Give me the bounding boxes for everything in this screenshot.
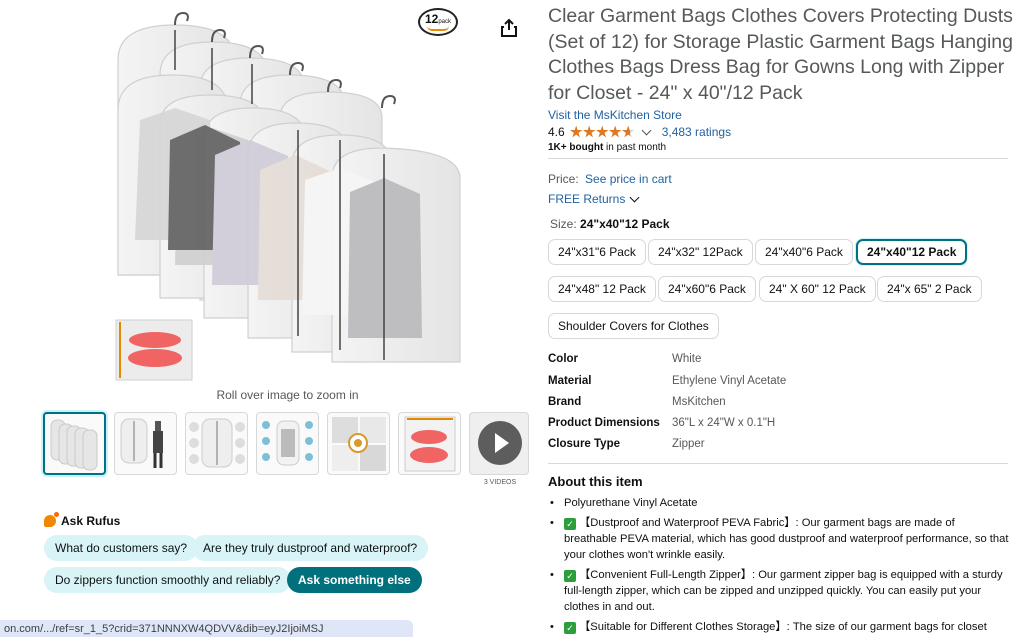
size-option[interactable]: 24" X 60" 12 Pack: [759, 276, 876, 302]
check-icon: ✓: [564, 622, 576, 634]
ratings-count-link[interactable]: 3,483 ratings: [662, 125, 731, 139]
star-icon: [595, 125, 609, 138]
rufus-chip-customers-say[interactable]: What do customers say?: [44, 535, 199, 561]
spec-value: Zipper: [672, 438, 705, 450]
spec-value: Ethylene Vinyl Acetate: [672, 375, 787, 387]
spec-row: Material Ethylene Vinyl Acetate: [548, 375, 848, 391]
bought-count: 1K+ bought: [548, 142, 604, 153]
star-rating-icon[interactable]: [569, 125, 635, 139]
star-icon: [569, 125, 583, 138]
check-icon: ✓: [564, 518, 576, 530]
play-icon: [478, 421, 522, 465]
feature-bullet-text: Polyurethane Vinyl Acetate: [564, 497, 698, 509]
spec-key: Color: [548, 353, 579, 365]
rating-row: 4.6 3,483 ratings: [548, 124, 731, 140]
size-option[interactable]: 24"x31"6 Pack: [548, 239, 646, 265]
zoom-hint: Roll over image to zoom in: [216, 388, 359, 402]
bought-period: in past month: [603, 142, 667, 153]
thumbnail-1[interactable]: [43, 412, 106, 475]
thumbnail-5[interactable]: [327, 412, 390, 475]
pack-badge-smile: [427, 26, 449, 31]
about-this-item-heading: About this item: [548, 474, 643, 489]
rufus-chip-dustproof[interactable]: Are they truly dustproof and waterproof?: [192, 535, 429, 561]
spec-value: White: [672, 353, 702, 365]
see-price-in-cart-link[interactable]: See price in cart: [585, 172, 672, 186]
pack-badge: 12pack: [418, 8, 458, 36]
thumbnail-4[interactable]: [256, 412, 319, 475]
store-link[interactable]: Visit the MsKitchen Store: [548, 108, 682, 122]
spec-row: Closure Type Zipper: [548, 438, 848, 454]
chevron-down-icon[interactable]: [641, 125, 652, 135]
spec-key: Closure Type: [548, 438, 620, 450]
spec-row: Product Dimensions 36"L x 24"W x 0.1"H: [548, 417, 848, 433]
size-selected-value: 24"x40"12 Pack: [580, 217, 670, 231]
share-icon[interactable]: [500, 18, 518, 38]
check-icon: ✓: [564, 570, 576, 582]
size-label: Size: 24"x40"12 Pack: [550, 217, 670, 231]
free-returns-label: FREE Returns: [548, 192, 626, 206]
size-option[interactable]: 24"x60"6 Pack: [658, 276, 756, 302]
size-option[interactable]: 24"x48" 12 Pack: [548, 276, 656, 302]
ask-rufus-heading: Ask Rufus: [44, 512, 121, 528]
rufus-icon: [44, 512, 59, 527]
divider: [548, 158, 1008, 159]
videos-count-label: 3 VIDEOS: [483, 479, 517, 486]
star-icon: [608, 125, 622, 138]
rufus-chip-zippers[interactable]: Do zippers function smoothly and reliabl…: [44, 567, 292, 593]
thumbnail-strip: [43, 412, 529, 475]
star-icon: [582, 125, 596, 138]
spec-key: Product Dimensions: [548, 417, 660, 429]
spec-key: Brand: [548, 396, 582, 408]
spec-value: 36"L x 24"W x 0.1"H: [672, 417, 776, 429]
half-star-icon: [621, 125, 635, 138]
spec-key: Material: [548, 375, 592, 387]
divider: [548, 463, 1008, 464]
thumbnail-2[interactable]: [114, 412, 177, 475]
thumbnail-3[interactable]: [185, 412, 248, 475]
video-thumbnail[interactable]: [469, 412, 529, 475]
free-returns-link[interactable]: FREE Returns: [548, 192, 640, 206]
size-option[interactable]: 24"x40"6 Pack: [755, 239, 853, 265]
thumbnail-6[interactable]: [398, 412, 461, 475]
rating-value: 4.6: [548, 125, 565, 139]
feature-bullet-text: 【Convenient Full-Length Zipper】: Our gar…: [564, 569, 1003, 613]
feature-bullet-text: 【Dustproof and Waterproof PEVA Fabric】: …: [564, 517, 1009, 561]
product-main-image[interactable]: [100, 0, 470, 384]
feature-bullet-text: 【Suitable for Different Clothes Storage】…: [579, 621, 987, 633]
feature-bullet: ✓ 【Dustproof and Waterproof PEVA Fabric】…: [548, 515, 1010, 563]
size-option-selected[interactable]: 24"x40"12 Pack: [856, 239, 968, 265]
media-gallery: 12pack Roll over image to zoom in 3 VIDE…: [0, 0, 540, 637]
bought-in-past-month: 1K+ bought in past month: [548, 142, 666, 153]
spec-value: MsKitchen: [672, 396, 726, 408]
size-option[interactable]: Shoulder Covers for Clothes: [548, 313, 719, 339]
price-label: Price:: [548, 172, 579, 186]
status-url-bar: on.com/.../ref=sr_1_5?crid=371NNNXW4QDVV…: [0, 620, 413, 637]
size-option[interactable]: 24"x32" 12Pack: [648, 239, 753, 265]
ask-rufus-label: Ask Rufus: [61, 514, 121, 528]
size-label-text: Size:: [550, 217, 577, 231]
spec-row: Color White: [548, 353, 848, 369]
pack-badge-text: pack: [438, 19, 452, 25]
pack-badge-number: 12: [424, 12, 439, 26]
feature-bullet: ✓ 【Suitable for Different Clothes Storag…: [548, 619, 1010, 635]
feature-bullet: Polyurethane Vinyl Acetate: [548, 495, 1010, 511]
spec-row: Brand MsKitchen: [548, 396, 848, 412]
chevron-down-icon: [629, 192, 640, 202]
product-title: Clear Garment Bags Clothes Covers Protec…: [548, 5, 1013, 104]
feature-bullets: Polyurethane Vinyl Acetate ✓ 【Dustproof …: [548, 495, 1010, 637]
size-option[interactable]: 24"x 65" 2 Pack: [877, 276, 982, 302]
price-row: Price: See price in cart: [548, 172, 672, 186]
ask-something-else-button[interactable]: Ask something else: [287, 567, 422, 593]
feature-bullet: ✓ 【Convenient Full-Length Zipper】: Our g…: [548, 567, 1010, 615]
